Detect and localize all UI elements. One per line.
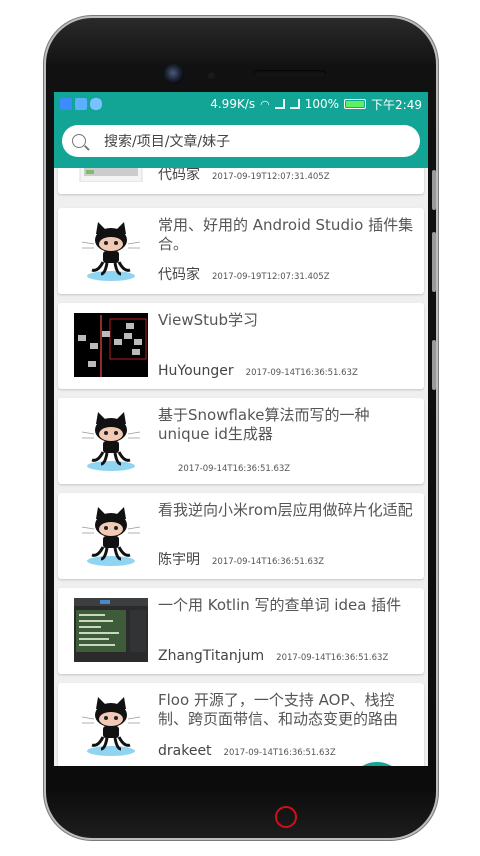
article-card[interactable]: 基于Snowflake算法而写的一种unique id生成器 2017-09-1… (58, 398, 424, 484)
article-meta: drakeet 2017-09-14T16:36:51.63Z (158, 743, 336, 759)
article-author: drakeet (158, 743, 212, 759)
article-card[interactable]: 常用、好用的 Android Studio 插件集合。 代码家 2017-09-… (58, 208, 424, 294)
octocat-thumbnail (74, 408, 148, 472)
search-placeholder: 搜索/项目/文章/妹子 (104, 134, 231, 150)
octocat-thumbnail (74, 503, 148, 567)
article-title: 常用、好用的 Android Studio 插件集合。 (158, 216, 414, 253)
wifi-icon: ◠ (260, 97, 270, 111)
app-bar: 搜索/项目/文章/妹子 (54, 116, 428, 168)
search-icon (72, 134, 86, 148)
app-screen: 4.99K/s ◠ 100% 下午2:49 搜索/项目/文章/妹子 代码家 20… (54, 92, 428, 766)
article-author: HuYounger (158, 363, 234, 379)
article-meta: 2017-09-14T16:36:51.63Z (178, 464, 290, 474)
article-date: 2017-09-14T16:36:51.63Z (178, 464, 291, 474)
article-thumbnail (74, 168, 148, 183)
article-list[interactable]: 代码家 2017-09-19T12:07:31.405Z 常用、好用的 Andr… (54, 168, 428, 766)
signal-icon-2 (289, 99, 300, 109)
front-camera (164, 64, 184, 84)
article-title: 看我逆向小米rom层应用做碎片化适配 (158, 501, 413, 519)
article-meta: 代码家 2017-09-19T12:07:31.405Z (158, 264, 330, 284)
home-button[interactable] (275, 806, 297, 828)
article-meta: 陈宇明 2017-09-14T16:36:51.63Z (158, 549, 324, 569)
battery-icon (344, 99, 367, 109)
article-date: 2017-09-14T16:36:51.63Z (276, 653, 389, 663)
article-card[interactable]: 代码家 2017-09-19T12:07:31.405Z (58, 168, 424, 194)
article-date: 2017-09-14T16:36:51.63Z (212, 557, 325, 567)
doc-app-icon (75, 98, 87, 110)
article-title: ViewStub学习 (158, 311, 259, 329)
article-date: 2017-09-14T16:36:51.63Z (245, 368, 358, 378)
article-date: 2017-09-19T12:07:31.405Z (212, 172, 330, 182)
article-card[interactable]: 看我逆向小米rom层应用做碎片化适配 陈宇明 2017-09-14T16:36:… (58, 493, 424, 579)
article-author: 陈宇明 (158, 552, 200, 568)
cloud-app-icon (90, 98, 102, 110)
status-bar: 4.99K/s ◠ 100% 下午2:49 (54, 92, 428, 116)
article-card[interactable]: Floo 开源了，一个支持 AOP、栈控制、跨页面带信、和动态变更的路由 dra… (58, 683, 424, 766)
article-meta: ZhangTitanjum 2017-09-14T16:36:51.63Z (158, 648, 388, 664)
article-date: 2017-09-14T16:36:51.63Z (223, 748, 336, 758)
article-title: 一个用 Kotlin 写的查单词 idea 插件 (158, 596, 402, 614)
article-card[interactable]: 一个用 Kotlin 写的查单词 idea 插件 ZhangTitanjum 2… (58, 588, 424, 674)
article-title: 基于Snowflake算法而写的一种unique id生成器 (158, 406, 370, 443)
side-button[interactable] (432, 340, 436, 390)
earpiece-speaker (254, 70, 326, 77)
article-meta: HuYounger 2017-09-14T16:36:51.63Z (158, 363, 358, 379)
shield-app-icon (60, 98, 72, 110)
article-author: 代码家 (158, 267, 200, 283)
article-card[interactable]: ViewStub学习 HuYounger 2017-09-14T16:36:51… (58, 303, 424, 389)
article-date: 2017-09-19T12:07:31.405Z (212, 272, 330, 282)
clock: 下午2:49 (371, 97, 422, 112)
search-input[interactable]: 搜索/项目/文章/妹子 (62, 125, 420, 157)
power-button[interactable] (432, 232, 436, 292)
article-author: 代码家 (158, 168, 200, 183)
article-author: ZhangTitanjum (158, 648, 265, 664)
battery-percent: 100% (304, 97, 340, 111)
article-meta: 代码家 2017-09-19T12:07:31.405Z (158, 168, 330, 184)
viewstub-thumbnail (74, 313, 148, 377)
octocat-thumbnail (74, 693, 148, 757)
volume-button[interactable] (432, 170, 436, 210)
article-title: Floo 开源了，一个支持 AOP、栈控制、跨页面带信、和动态变更的路由 (158, 691, 399, 728)
proximity-sensor (208, 72, 215, 79)
octocat-thumbnail (74, 218, 148, 282)
network-speed: 4.99K/s (210, 97, 256, 111)
ide-thumbnail (74, 598, 148, 662)
signal-icon (274, 99, 285, 109)
